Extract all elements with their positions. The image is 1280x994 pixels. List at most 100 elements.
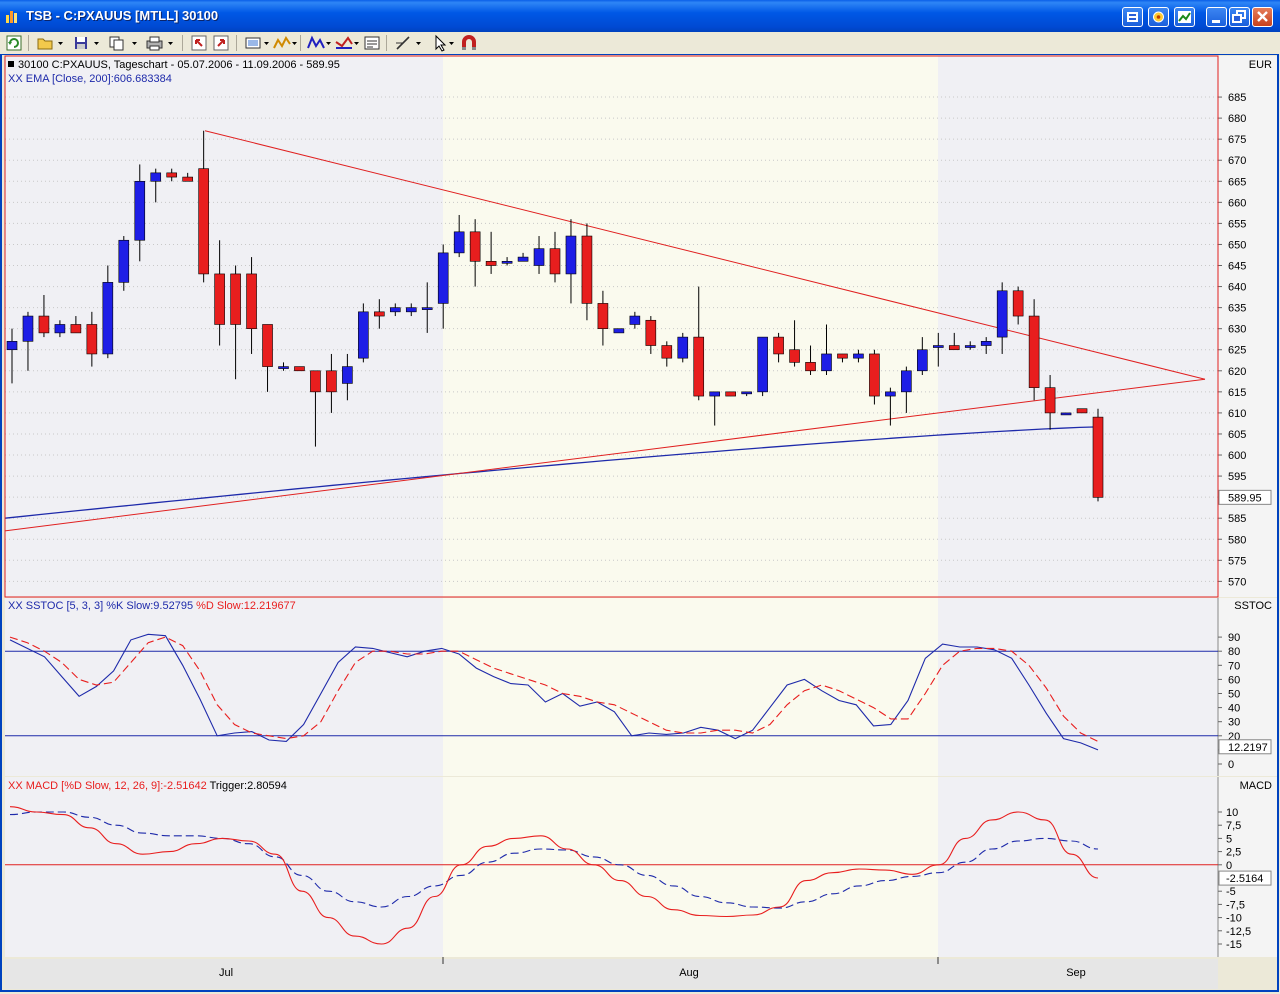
undo-button[interactable]	[190, 34, 208, 52]
candle-body	[773, 336, 784, 355]
copy-button[interactable]	[108, 34, 138, 52]
open-folder-icon	[37, 38, 63, 50]
candle-body	[1044, 387, 1056, 414]
pane-highlight-1	[443, 598, 938, 776]
candle-body	[549, 248, 561, 275]
macd-tick-label: 5	[1226, 833, 1232, 845]
gear-icon	[1153, 11, 1164, 23]
sstoc-tick-label: 0	[1228, 759, 1234, 771]
sstoc-tick-label: 50	[1228, 689, 1240, 701]
macd-tick-label: -12,5	[1226, 926, 1251, 938]
candle-body	[485, 261, 497, 266]
sstoc-tick-label: 60	[1228, 674, 1240, 686]
price-tick-label: 660	[1228, 197, 1246, 209]
macd-last-value: -2.5164	[1226, 873, 1263, 885]
candle-body	[821, 353, 832, 372]
pointer-button[interactable]	[432, 34, 456, 52]
redo-button[interactable]	[212, 34, 230, 52]
price-last-value: 589.95	[1228, 492, 1262, 504]
macd-axis-title: MACD	[1239, 780, 1272, 792]
price-tick-label: 570	[1228, 576, 1246, 588]
candle-body	[597, 303, 609, 329]
candle-body	[709, 391, 721, 397]
line-tool-button[interactable]	[394, 34, 424, 52]
candle-body	[917, 349, 928, 372]
chart-type-button[interactable]	[244, 34, 270, 52]
minimize-button[interactable]	[1206, 7, 1227, 27]
candle-body	[294, 366, 305, 372]
macd-tick-label: -15	[1226, 939, 1242, 951]
candle	[869, 349, 880, 405]
price-bullet-icon	[8, 61, 14, 67]
price-tick-label: 670	[1228, 155, 1246, 167]
print-button[interactable]	[145, 34, 175, 52]
candle-body	[741, 391, 752, 395]
candle-body	[964, 345, 976, 348]
candle-body	[1060, 412, 1072, 416]
price-tick-label: 580	[1228, 534, 1246, 546]
candle-body	[54, 324, 66, 334]
properties-icon	[364, 36, 380, 50]
candle-body	[326, 370, 337, 393]
macd-tick-label: -7,5	[1226, 899, 1245, 911]
drawing-button[interactable]	[306, 34, 332, 52]
title-bar[interactable]: TSB - C:PXAUUS [MTLL] 30100	[0, 0, 1280, 32]
month-label-aug: Aug	[679, 967, 699, 979]
candle-body	[421, 307, 433, 310]
candle-body	[70, 324, 82, 334]
price-tick-label: 675	[1228, 134, 1246, 146]
sstoc-axis-title: SSTOC	[1234, 600, 1272, 612]
properties-button[interactable]	[363, 34, 381, 52]
candle-body	[901, 370, 912, 393]
indicator-button[interactable]	[272, 34, 298, 52]
candle-body	[262, 324, 273, 367]
sstoc-d-label: %D Slow:12.219677	[193, 600, 296, 612]
chart-area[interactable]: 570 575 580 585 595 600 605 610 615 620 625 630 635 6…	[0, 54, 1280, 994]
candle-body	[789, 349, 800, 363]
open-button[interactable]	[36, 34, 64, 52]
copy-icon	[109, 36, 137, 51]
candle-body	[38, 315, 50, 334]
restore-button[interactable]	[1229, 7, 1250, 27]
price-tick-label: 685	[1228, 92, 1246, 104]
candle-body	[725, 391, 736, 397]
candle-body	[645, 319, 657, 346]
price-tick-label: 640	[1228, 282, 1246, 294]
price-tick-label: 620	[1228, 366, 1246, 378]
candle-body	[932, 345, 944, 348]
candle-body	[405, 307, 417, 313]
color-button[interactable]	[334, 34, 360, 52]
close-icon	[1257, 11, 1268, 22]
axis-bg-0	[1218, 56, 1278, 597]
price-tick-label: 610	[1228, 408, 1246, 420]
close-button[interactable]	[1252, 7, 1273, 27]
macd-tick-label: 10	[1226, 807, 1238, 819]
candle-body	[182, 176, 193, 182]
xaxis-bg	[5, 959, 1218, 989]
save-button[interactable]	[72, 34, 100, 52]
price-tick-label: 600	[1228, 450, 1246, 462]
candle-body	[613, 328, 625, 334]
refresh-button[interactable]	[5, 34, 23, 52]
price-tick-label: 625	[1228, 345, 1246, 357]
chart-canvas[interactable]: 5705755805855956006056106156206256306356…	[0, 54, 1280, 994]
price-tick-label: 635	[1228, 303, 1246, 315]
macd-tick-label: 2,5	[1226, 847, 1241, 859]
candle-body	[246, 273, 257, 329]
candle-body	[501, 261, 513, 264]
candle-body	[1012, 290, 1024, 317]
candle-body	[757, 336, 768, 393]
price-tick-label: 585	[1228, 513, 1246, 525]
candle-body	[837, 353, 848, 359]
help-button[interactable]	[1174, 7, 1195, 27]
magnet-icon	[462, 35, 476, 50]
candle-body	[629, 315, 641, 325]
candle	[757, 336, 768, 397]
sstoc-last-value: 12.2197	[1228, 742, 1268, 754]
settings-button[interactable]	[1148, 7, 1169, 27]
magnet-button[interactable]	[460, 34, 478, 52]
window-menu-button[interactable]	[1122, 7, 1143, 27]
price-axis-title: EUR	[1248, 59, 1272, 71]
candle-body	[948, 345, 960, 351]
candle-body	[198, 168, 209, 275]
